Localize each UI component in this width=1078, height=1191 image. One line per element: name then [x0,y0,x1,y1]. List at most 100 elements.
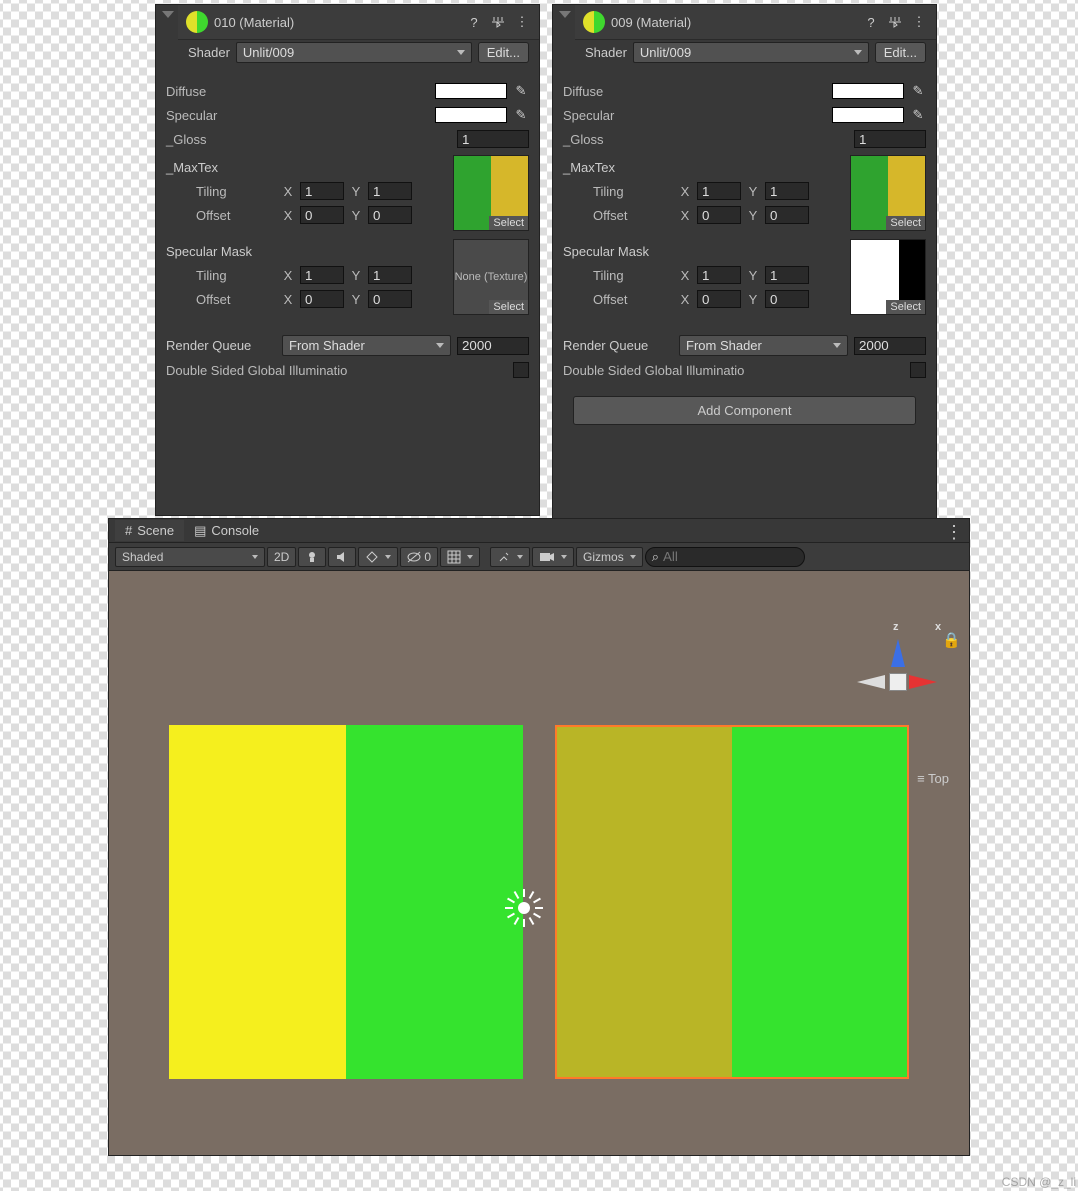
dsgi-label: Double Sided Global Illuminatio [563,363,904,378]
mask-offset-y[interactable] [765,290,809,308]
offset-label: Offset [196,208,276,223]
dsgi-checkbox[interactable] [910,362,926,378]
light-gizmo-icon[interactable] [509,893,539,923]
eyedropper-icon[interactable]: ✎ [910,83,926,99]
tab-scene[interactable]: #Scene [115,520,184,541]
maxtex-slot[interactable]: Select [453,155,529,231]
select-button[interactable]: Select [886,216,925,230]
tiling-label: Tiling [196,184,276,199]
gloss-label: _Gloss [563,132,848,147]
render-queue-value[interactable] [457,337,529,355]
scene-toolbar: Shaded 2D 0 Gizmos ⌕ [109,543,969,571]
camera-dropdown[interactable] [532,547,574,567]
shading-mode-dropdown[interactable]: Shaded [115,547,265,567]
material-preview-ball [583,11,605,33]
diffuse-color[interactable] [435,83,507,99]
mask-tiling-y[interactable] [368,266,412,284]
tiling-y[interactable] [765,182,809,200]
grid-dropdown[interactable] [440,547,480,567]
render-queue-dropdown[interactable]: From Shader [679,335,848,356]
mask-tiling-x[interactable] [300,266,344,284]
mask-tiling-y[interactable] [765,266,809,284]
console-icon: ▤ [194,523,206,539]
gloss-field[interactable] [457,130,529,148]
shader-label: Shader [188,45,230,60]
dsgi-label: Double Sided Global Illuminatio [166,363,507,378]
fx-dropdown[interactable] [358,547,398,567]
offset-x[interactable] [300,206,344,224]
eyedropper-icon[interactable]: ✎ [513,83,529,99]
tiling-x[interactable] [300,182,344,200]
mask-offset-x[interactable] [697,290,741,308]
specular-color[interactable] [435,107,507,123]
render-queue-label: Render Queue [563,338,673,353]
maxtex-label: _MaxTex [563,160,615,175]
offset-x[interactable] [697,206,741,224]
mask-tiling-x[interactable] [697,266,741,284]
maxtex-slot[interactable]: Select [850,155,926,231]
edit-button[interactable]: Edit... [875,42,926,63]
eyedropper-icon[interactable]: ✎ [513,107,529,123]
offset-y[interactable] [368,206,412,224]
add-component-button[interactable]: Add Component [573,396,916,425]
mask-offset-x[interactable] [300,290,344,308]
tiling-y[interactable] [368,182,412,200]
select-button[interactable]: Select [489,216,528,230]
tiling-x[interactable] [697,182,741,200]
diffuse-color[interactable] [832,83,904,99]
orientation-gizmo[interactable]: z x [849,621,945,731]
audio-toggle[interactable] [328,547,356,567]
eyedropper-icon[interactable]: ✎ [910,107,926,123]
gloss-label: _Gloss [166,132,451,147]
select-button[interactable]: Select [886,300,925,314]
menu-icon[interactable]: ⋮ [513,13,531,31]
gloss-field[interactable] [854,130,926,148]
hidden-objects[interactable]: 0 [400,547,438,567]
render-queue-label: Render Queue [166,338,276,353]
2d-toggle[interactable]: 2D [267,547,296,567]
specular-color[interactable] [832,107,904,123]
help-icon[interactable]: ? [862,13,880,31]
render-queue-dropdown[interactable]: From Shader [282,335,451,356]
scene-viewport[interactable]: 🔒 z x ≡ Top [109,571,969,1155]
tab-console[interactable]: ▤Console [184,520,269,542]
plane-009[interactable] [555,725,909,1079]
axis-z-label: z [893,621,899,633]
panel-menu-icon[interactable]: ⋮ [945,523,963,541]
specmask-slot[interactable]: None (Texture)Select [453,239,529,315]
camera-view-label[interactable]: ≡ Top [917,771,949,786]
preset-icon[interactable] [489,13,507,31]
shader-label: Shader [585,45,627,60]
material-title: 009 (Material) [611,15,856,30]
diffuse-label: Diffuse [166,84,429,99]
search-icon: ⌕ [652,549,659,565]
select-button[interactable]: Select [489,300,528,314]
gizmos-dropdown[interactable]: Gizmos [576,547,643,567]
shader-dropdown[interactable]: Unlit/009 [633,42,869,63]
foldout-arrow[interactable] [559,11,571,18]
specmask-label: Specular Mask [563,244,649,259]
help-icon[interactable]: ? [465,13,483,31]
plane-010[interactable] [169,725,523,1079]
axis-x-label: x [935,621,941,633]
foldout-arrow[interactable] [162,11,174,18]
tools-dropdown[interactable] [490,547,530,567]
specmask-slot[interactable]: Select [850,239,926,315]
mask-offset-y[interactable] [368,290,412,308]
lock-icon[interactable]: 🔒 [942,631,961,649]
menu-icon[interactable]: ⋮ [910,13,928,31]
shader-dropdown[interactable]: Unlit/009 [236,42,472,63]
render-queue-value[interactable] [854,337,926,355]
diffuse-label: Diffuse [563,84,826,99]
specmask-label: Specular Mask [166,244,252,259]
watermark: CSDN @_z_li [1002,1175,1076,1189]
edit-button[interactable]: Edit... [478,42,529,63]
dsgi-checkbox[interactable] [513,362,529,378]
search-input[interactable] [663,549,798,564]
material-title: 010 (Material) [214,15,459,30]
offset-y[interactable] [765,206,809,224]
lighting-toggle[interactable] [298,547,326,567]
grid-icon: # [125,523,132,538]
scene-search[interactable]: ⌕ [645,547,805,567]
preset-icon[interactable] [886,13,904,31]
